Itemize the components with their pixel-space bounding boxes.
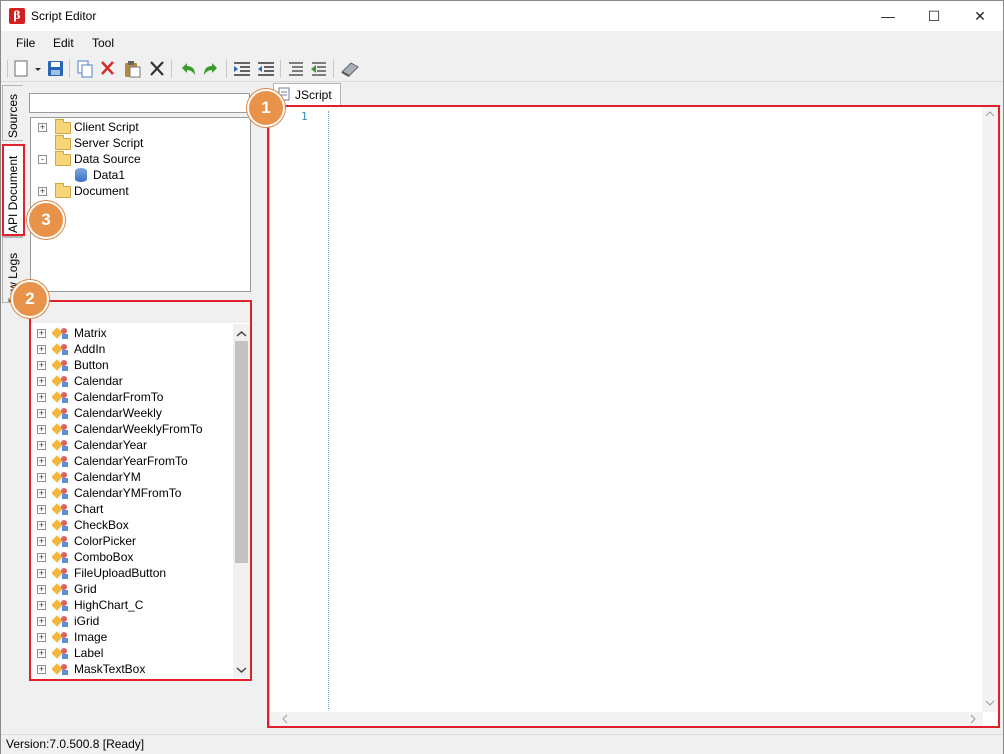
tree-item-server-script[interactable]: Server Script	[31, 135, 250, 151]
status-text: Version:7.0.500.8 [Ready]	[6, 737, 145, 751]
toolbar-separator	[69, 60, 70, 78]
toolbar-separator	[333, 60, 334, 78]
tree-item-label: Server Script	[74, 136, 144, 150]
annotation-box-api-tree	[29, 300, 252, 681]
menu-file[interactable]: File	[16, 36, 35, 50]
status-bar: Version:7.0.500.8 [Ready]	[1, 734, 1003, 754]
panel-splitter[interactable]	[259, 85, 263, 735]
new-document-icon[interactable]	[13, 59, 41, 79]
script-editor-window: β Script Editor — ☐ ✕ File Edit Tool Sou…	[0, 0, 1004, 754]
folder-icon	[55, 119, 71, 134]
delete-icon[interactable]	[147, 59, 167, 79]
cut-icon[interactable]	[98, 59, 118, 79]
annotation-badge-2: 2	[11, 280, 49, 318]
maximize-button[interactable]: ☐	[911, 1, 957, 31]
eraser-icon[interactable]	[339, 59, 359, 79]
paste-icon[interactable]	[122, 59, 142, 79]
window-title: Script Editor	[31, 9, 97, 23]
folder-icon	[55, 183, 71, 198]
close-button[interactable]: ✕	[957, 1, 1003, 31]
menu-edit[interactable]: Edit	[53, 36, 74, 50]
expand-icon[interactable]: +	[38, 123, 47, 132]
annotation-badge-3: 3	[27, 201, 65, 239]
uncomment-icon[interactable]	[309, 59, 329, 79]
tree-item-label: Data1	[93, 168, 126, 182]
app-logo-icon: β	[9, 8, 25, 24]
tree-item-data-source[interactable]: - Data Source	[31, 151, 250, 167]
tab-sources-label: Sources	[6, 93, 20, 138]
menu-tool[interactable]: Tool	[92, 36, 114, 50]
menu-bar: File Edit Tool	[1, 33, 1003, 55]
tab-sources[interactable]: Sources	[2, 85, 23, 141]
annotation-box-editor	[267, 105, 1000, 728]
toolbar-separator	[171, 60, 172, 78]
annotation-box-api-tab	[2, 144, 25, 236]
redo-icon[interactable]	[201, 59, 221, 79]
tree-item-label: Data Source	[74, 152, 141, 166]
indent-icon[interactable]	[232, 59, 252, 79]
expand-icon[interactable]: +	[38, 187, 47, 196]
annotation-badge-1: 1	[247, 89, 285, 127]
tree-item-document[interactable]: + Document	[31, 183, 250, 199]
toolbar-separator	[280, 60, 281, 78]
comment-icon[interactable]	[286, 59, 306, 79]
tree-item-data1[interactable]: Data1	[31, 167, 250, 183]
sources-tree[interactable]: + Client Script Server Script - Data Sou…	[30, 117, 251, 292]
toolbar-grip	[7, 60, 8, 78]
folder-icon	[55, 135, 71, 150]
tree-item-label: Client Script	[74, 120, 139, 134]
minimize-button[interactable]: —	[865, 1, 911, 31]
copy-icon[interactable]	[75, 59, 95, 79]
toolbar	[1, 56, 1003, 82]
outdent-icon[interactable]	[256, 59, 276, 79]
tree-item-client-script[interactable]: + Client Script	[31, 119, 250, 135]
database-icon	[75, 168, 87, 182]
title-bar: β Script Editor — ☐ ✕	[1, 1, 1003, 31]
toolbar-separator	[226, 60, 227, 78]
open-folder-icon	[55, 151, 71, 166]
collapse-icon[interactable]: -	[38, 155, 47, 164]
tab-jscript-label: JScript	[295, 88, 332, 102]
search-input[interactable]	[29, 93, 250, 113]
undo-icon[interactable]	[178, 59, 198, 79]
tree-item-label: Document	[74, 184, 129, 198]
save-icon[interactable]	[46, 59, 66, 79]
